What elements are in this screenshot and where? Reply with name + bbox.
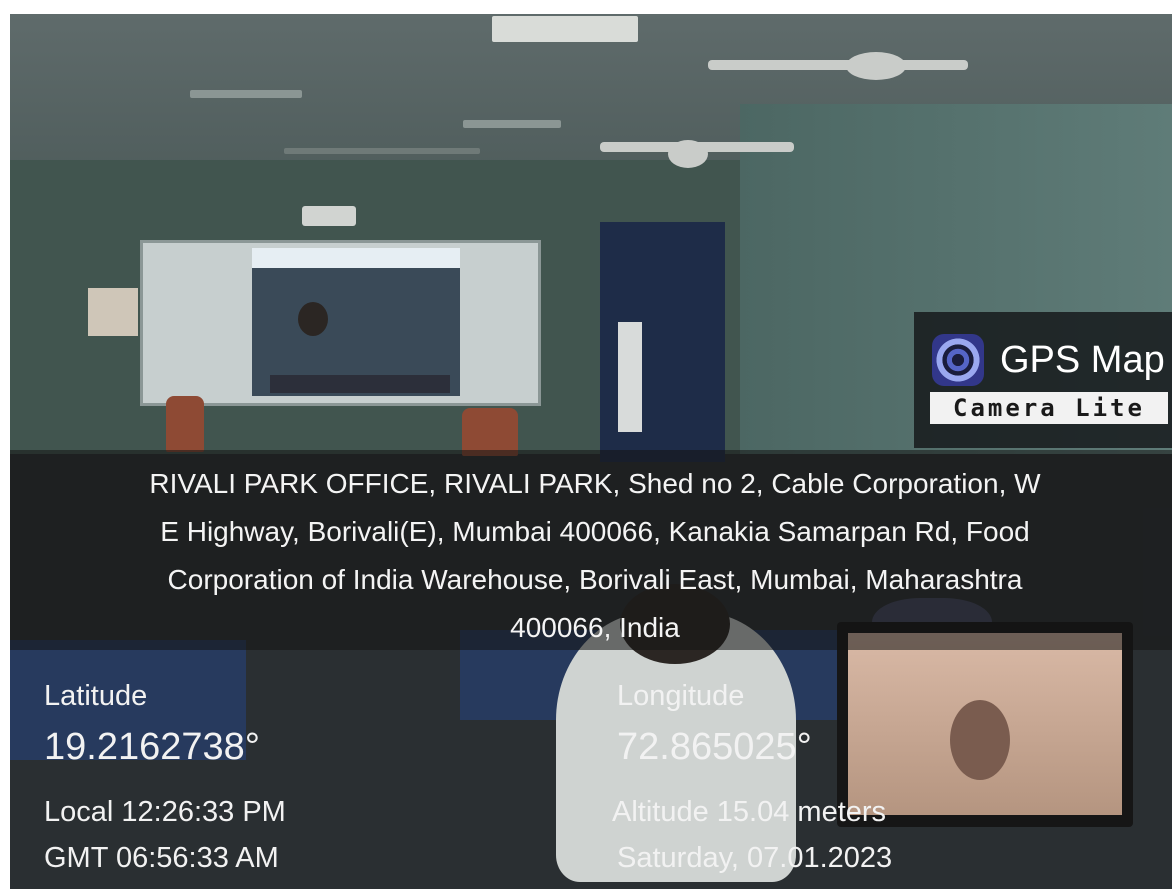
address-line: Corporation of India Warehouse, Borivali… [167,564,1023,595]
ceiling-fan [846,52,906,80]
chair [166,396,204,452]
latitude-value: 19.2162738° [44,726,260,768]
camera-lens-icon [932,334,984,386]
ceiling-light [492,16,638,42]
altitude: Altitude 15.04 meters [612,796,887,828]
projected-screen [252,248,460,396]
projected-toolbar [270,375,450,393]
chair [462,408,518,456]
ceiling-light [190,90,302,98]
date: Saturday, 07.01.2023 [617,842,893,874]
address-line: E Highway, Borivali(E), Mumbai 400066, K… [160,516,1030,547]
wall-picture [88,288,138,336]
address-text: RIVALI PARK OFFICE, RIVALI PARK, Shed no… [40,460,1150,652]
address-line: 400066, India [510,612,680,643]
projector [302,206,356,226]
monitor-speaker [950,700,1010,780]
gmt-time: GMT 06:56:33 AM [44,842,279,874]
ceiling-light [284,148,480,154]
app-subtitle: Camera Lite [930,392,1168,424]
app-title: GPS Map [1000,339,1165,381]
local-time: Local 12:26:33 PM [44,796,286,828]
ceiling-fan [668,140,708,168]
projected-screen-bar [252,248,460,268]
address-line: RIVALI PARK OFFICE, RIVALI PARK, Shed no… [149,468,1041,499]
latitude-label: Latitude [44,680,148,712]
longitude-value: 72.865025° [617,726,812,768]
longitude-label: Longitude [617,680,745,712]
ceiling-light [463,120,561,128]
ceiling-fan [708,60,968,70]
projected-speaker [298,302,328,336]
door-window [618,322,642,432]
